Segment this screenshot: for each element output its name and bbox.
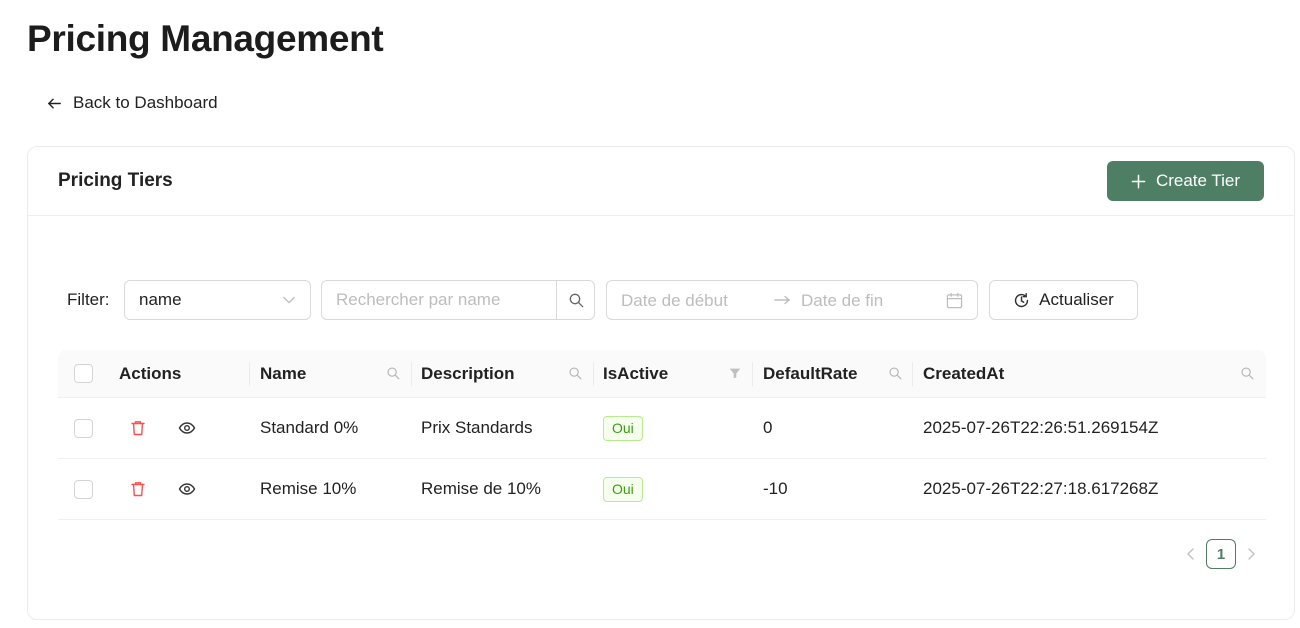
filter-field-select[interactable]: name (124, 280, 311, 320)
search-icon[interactable] (386, 366, 400, 380)
row-checkbox[interactable] (74, 480, 93, 499)
arrow-left-icon (48, 98, 61, 108)
back-to-dashboard-link[interactable]: Back to Dashboard (46, 93, 218, 113)
calendar-icon (946, 292, 963, 309)
column-separator (912, 362, 913, 386)
cell-description: Remise de 10% (421, 479, 542, 498)
refresh-label: Actualiser (1039, 290, 1114, 309)
filter-label: Filter: (67, 290, 110, 309)
row-checkbox[interactable] (74, 419, 93, 438)
column-header-defaultrate[interactable]: DefaultRate (763, 350, 857, 397)
chevron-left-icon[interactable] (1184, 547, 1198, 561)
page-button-current[interactable]: 1 (1206, 539, 1236, 569)
table-row: Standard 0% Prix Standards Oui 0 2025-07… (58, 398, 1266, 459)
search-input[interactable] (322, 281, 556, 319)
column-separator (411, 362, 412, 386)
create-tier-label: Create Tier (1155, 171, 1241, 190)
column-separator (752, 362, 753, 386)
search-icon[interactable] (888, 366, 902, 380)
history-icon (1015, 292, 1029, 307)
table-header: Actions Name Description IsActive Defaul… (58, 350, 1266, 398)
filter-icon[interactable] (728, 366, 742, 380)
search-icon (569, 293, 583, 308)
cell-defaultrate: 0 (763, 418, 773, 437)
cell-createdat: 2025-07-26T22:27:18.617268Z (923, 479, 1159, 498)
status-badge: Oui (603, 476, 643, 502)
arrow-right-icon (774, 295, 790, 305)
date-end-input[interactable]: Date de fin (801, 291, 883, 311)
select-all-checkbox[interactable] (74, 364, 93, 383)
pricing-tiers-table: Actions Name Description IsActive Defaul… (58, 350, 1266, 520)
cell-createdat: 2025-07-26T22:26:51.269154Z (923, 418, 1159, 437)
search-icon[interactable] (1240, 366, 1254, 380)
column-header-isactive[interactable]: IsActive (603, 350, 668, 397)
chevron-down-icon (283, 296, 295, 304)
date-start-input[interactable]: Date de début (621, 291, 728, 311)
trash-icon[interactable] (129, 419, 147, 437)
card-header: Pricing Tiers Create Tier (28, 147, 1294, 216)
cell-name: Standard 0% (260, 418, 359, 437)
date-range-picker[interactable]: Date de début Date de fin (606, 280, 978, 320)
column-separator (593, 362, 594, 386)
plus-icon (1131, 174, 1146, 188)
trash-icon[interactable] (129, 480, 147, 498)
search-group (321, 280, 595, 320)
page-title: Pricing Management (27, 18, 384, 59)
back-link-label: Back to Dashboard (73, 93, 218, 112)
refresh-button[interactable]: Actualiser (989, 280, 1138, 320)
eye-icon[interactable] (178, 480, 196, 498)
cell-isactive: Oui (603, 398, 643, 458)
cell-isactive: Oui (603, 459, 643, 519)
chevron-right-icon[interactable] (1244, 547, 1258, 561)
column-header-createdat[interactable]: CreatedAt (923, 350, 1004, 397)
column-header-name[interactable]: Name (260, 350, 306, 397)
eye-icon[interactable] (178, 419, 196, 437)
card-title: Pricing Tiers (58, 170, 173, 191)
column-separator (249, 362, 250, 386)
pricing-tiers-card: Pricing Tiers Create Tier Filter: name D… (27, 146, 1295, 620)
filter-field-value: name (139, 290, 182, 309)
cell-description: Prix Standards (421, 418, 533, 437)
create-tier-button[interactable]: Create Tier (1107, 161, 1264, 201)
pagination: 1 (1184, 539, 1258, 569)
status-badge: Oui (603, 415, 643, 441)
search-button[interactable] (556, 281, 594, 319)
cell-defaultrate: -10 (763, 479, 788, 498)
column-header-actions: Actions (119, 363, 182, 383)
search-icon[interactable] (568, 366, 582, 380)
table-row: Remise 10% Remise de 10% Oui -10 2025-07… (58, 459, 1266, 520)
column-header-description[interactable]: Description (421, 350, 515, 397)
cell-name: Remise 10% (260, 479, 357, 498)
